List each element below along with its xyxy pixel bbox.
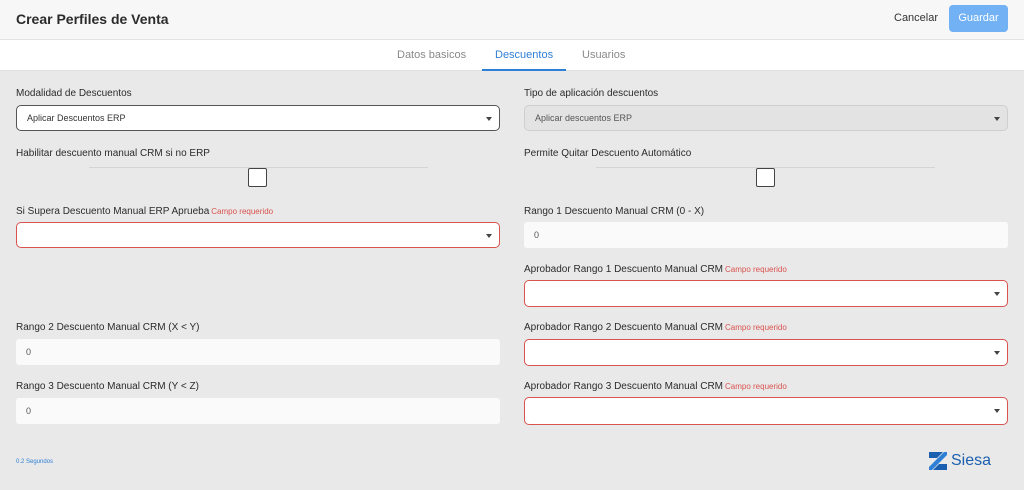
- chevron-down-icon: [994, 292, 1000, 296]
- rango2-input[interactable]: 0: [16, 339, 500, 365]
- si-supera-label-text: Si Supera Descuento Manual ERP Aprueba: [16, 206, 210, 217]
- aprobador2-label: Aprobador Rango 2 Descuento Manual CRM Ca…: [524, 322, 787, 333]
- rango1-input[interactable]: 0: [524, 222, 1008, 248]
- required-text: Campo requerido: [211, 207, 274, 216]
- aprobador1-label-text: Aprobador Rango 1 Descuento Manual CRM: [524, 264, 723, 275]
- required-text: Campo requerido: [725, 265, 787, 274]
- si-supera-select[interactable]: [16, 222, 500, 248]
- chevron-down-icon: [994, 117, 1000, 121]
- siesa-logo-icon: [929, 452, 947, 470]
- aprobador3-label: Aprobador Rango 3 Descuento Manual CRM Ca…: [524, 381, 787, 392]
- required-text: Campo requerido: [725, 323, 787, 332]
- habilitar-manual-checkbox[interactable]: [248, 168, 267, 187]
- top-bar: Crear Perfiles de Venta Cancelar Guardar: [0, 0, 1024, 40]
- tipo-aplicacion-value: Aplicar descuentos ERP: [535, 113, 633, 123]
- tab-usuarios[interactable]: Usuarios: [582, 49, 625, 61]
- habilitar-manual-label: Habilitar descuento manual CRM si no ERP: [16, 148, 210, 159]
- aprobador2-select[interactable]: [524, 339, 1008, 366]
- modalidad-label: Modalidad de Descuentos: [16, 88, 132, 99]
- siesa-logo: Siesa: [929, 451, 991, 471]
- modalidad-select[interactable]: Aplicar Descuentos ERP: [16, 105, 500, 131]
- rango3-input[interactable]: 0: [16, 398, 500, 424]
- tab-bar: Datos basicos Descuentos Usuarios: [0, 40, 1024, 71]
- active-tab-indicator: [482, 69, 566, 71]
- modalidad-value: Aplicar Descuentos ERP: [27, 113, 126, 123]
- tab-descuentos[interactable]: Descuentos: [495, 49, 553, 61]
- page-title: Crear Perfiles de Venta: [16, 11, 169, 27]
- permite-quitar-checkbox[interactable]: [756, 168, 775, 187]
- save-button[interactable]: Guardar: [949, 5, 1008, 32]
- rango1-label: Rango 1 Descuento Manual CRM (0 - X): [524, 206, 705, 217]
- aprobador3-label-text: Aprobador Rango 3 Descuento Manual CRM: [524, 381, 723, 392]
- rango3-label: Rango 3 Descuento Manual CRM (Y < Z): [16, 381, 199, 392]
- aprobador1-select[interactable]: [524, 280, 1008, 307]
- aprobador3-select[interactable]: [524, 397, 1008, 425]
- permite-quitar-label: Permite Quitar Descuento Automático: [524, 148, 692, 159]
- si-supera-label: Si Supera Descuento Manual ERP Aprueba Ca…: [16, 206, 273, 217]
- cancel-button[interactable]: Cancelar: [894, 12, 938, 24]
- tab-datos-basicos[interactable]: Datos basicos: [397, 49, 466, 61]
- rango2-label: Rango 2 Descuento Manual CRM (X < Y): [16, 322, 200, 333]
- required-text: Campo requerido: [725, 382, 787, 391]
- aprobador2-label-text: Aprobador Rango 2 Descuento Manual CRM: [524, 322, 723, 333]
- chevron-down-icon: [486, 234, 492, 238]
- logo-text: Siesa: [951, 452, 992, 469]
- load-time-text: 0.2 Segundos: [16, 459, 54, 465]
- chevron-down-icon: [994, 409, 1000, 413]
- tipo-aplicacion-label: Tipo de aplicación descuentos: [524, 88, 659, 99]
- chevron-down-icon: [486, 117, 492, 121]
- aprobador1-label: Aprobador Rango 1 Descuento Manual CRM Ca…: [524, 264, 787, 275]
- chevron-down-icon: [994, 351, 1000, 355]
- tipo-aplicacion-select: Aplicar descuentos ERP: [524, 105, 1008, 131]
